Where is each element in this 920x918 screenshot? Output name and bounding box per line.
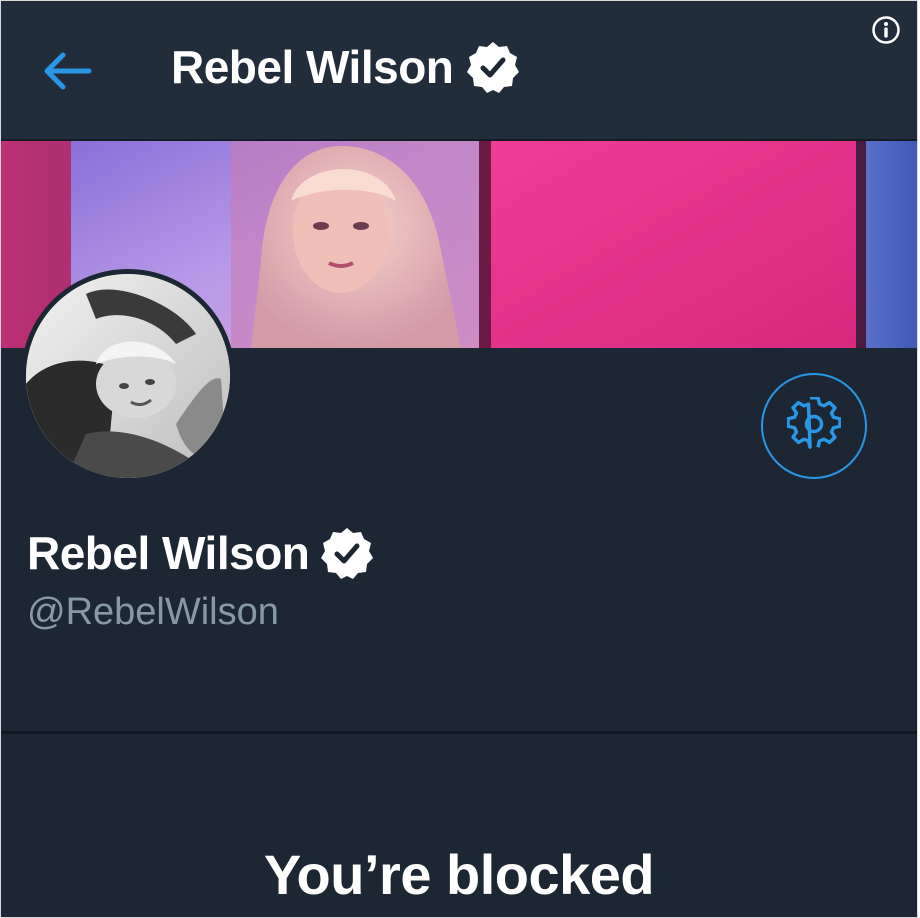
profile-screen: Rebel Wilson Rebel Wilson @RebelWilson Y…	[0, 0, 918, 918]
verified-badge-icon	[465, 39, 521, 95]
profile-handle: @RebelWilson	[27, 591, 279, 633]
display-name-text: Rebel Wilson	[27, 527, 310, 579]
settings-button[interactable]	[761, 373, 867, 479]
header-title-text: Rebel Wilson	[171, 41, 454, 93]
avatar[interactable]	[21, 269, 235, 483]
back-arrow-icon[interactable]	[41, 49, 93, 93]
info-icon[interactable]	[871, 15, 901, 45]
profile-display-name: Rebel Wilson	[27, 525, 375, 581]
blocked-message: You’re blocked	[263, 843, 655, 906]
gear-icon	[786, 395, 842, 456]
header-title: Rebel Wilson	[171, 39, 521, 95]
verified-badge-icon	[319, 525, 375, 581]
blocked-notice: You’re blocked	[1, 734, 917, 917]
top-app-bar: Rebel Wilson	[1, 1, 917, 141]
